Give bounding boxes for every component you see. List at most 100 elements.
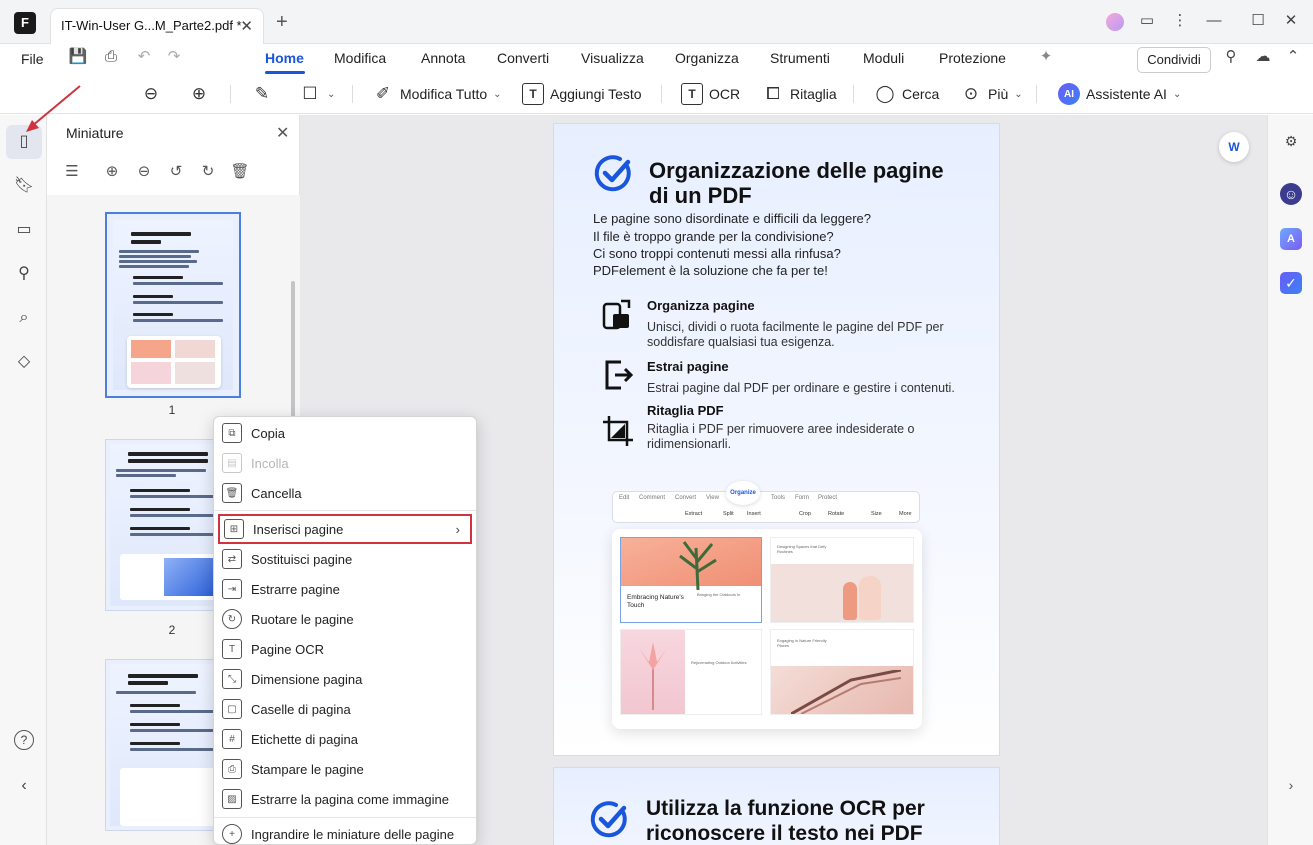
save-icon[interactable]: 💾 <box>68 47 88 67</box>
menu-item-print-pages[interactable]: ⎙ Stampare le pagine <box>215 754 476 784</box>
trash-icon: 🗑︎ <box>222 483 242 503</box>
delete-page-icon[interactable]: 🗑︎ <box>229 161 251 183</box>
tab-annota[interactable]: Annota <box>421 50 465 66</box>
shape-button[interactable]: ☐ ⌄ <box>299 81 335 107</box>
right-rail: ⚙ ☺ A ✓ › <box>1267 115 1313 845</box>
rotate-right-icon[interactable]: ↻ <box>197 161 219 183</box>
illus-tab: Edit <box>619 495 630 501</box>
collapse-ribbon-icon[interactable]: ⌃ <box>1283 47 1303 67</box>
illus-tool: Split <box>723 511 734 517</box>
ocr-button[interactable]: T OCR <box>681 81 740 107</box>
thumb-zoom-out-icon[interactable]: ⊖ <box>133 161 155 183</box>
page-options-icon[interactable]: ☰ <box>61 161 83 183</box>
paste-icon: ▤ <box>222 453 242 473</box>
menu-item-page-size[interactable]: ⤡ Dimensione pagina <box>215 664 476 694</box>
collapse-left-icon[interactable]: ‹ <box>12 774 36 798</box>
layers-icon[interactable]: ◇ <box>12 350 36 374</box>
menu-item-label: Ruotare le pagine <box>251 611 354 627</box>
attachment-icon[interactable]: ⚲ <box>12 262 36 286</box>
menu-item-label: Estrarre la pagina come immagine <box>251 791 449 807</box>
checklist-icon[interactable]: ✓ <box>1280 272 1302 294</box>
undo-icon[interactable]: ↶ <box>134 47 154 67</box>
page-number-2: 2 <box>168 623 176 637</box>
tab-protezione[interactable]: Protezione <box>939 50 1006 66</box>
menu-item-enlarge-thumbnails[interactable]: + Ingrandire le miniature delle pagine <box>215 819 476 844</box>
document-tab-title: IT-Win-User G...M_Parte2.pdf * <box>61 18 242 33</box>
pdf-page-2[interactable]: Utilizza la funzione OCR per riconoscere… <box>553 767 1000 845</box>
feature-desc: Estrai pagine dal PDF per ordinare e ges… <box>647 381 955 395</box>
file-menu[interactable]: File <box>21 51 44 67</box>
highlight-button[interactable]: ✎ <box>251 81 273 107</box>
edit-all-button[interactable]: ✐ Modifica Tutto ⌄ <box>372 81 502 107</box>
tab-organizza[interactable]: Organizza <box>675 50 739 66</box>
close-window-icon[interactable]: ✕ <box>1281 11 1301 31</box>
help-icon[interactable]: ? <box>14 730 34 750</box>
avatar[interactable] <box>1106 13 1124 31</box>
add-text-button[interactable]: T Aggiungi Testo <box>522 81 642 107</box>
tab-modifica[interactable]: Modifica <box>334 50 386 66</box>
zoom-out-button[interactable]: ⊖ <box>140 81 162 107</box>
panel-title: Miniature <box>66 125 124 141</box>
organize-icon[interactable]: ⚲ <box>1221 47 1241 67</box>
illus-caption-small: Engaging in Nature Friendly Places <box>777 638 827 648</box>
insert-pages-icon: ⊞ <box>224 519 244 539</box>
minimize-icon[interactable]: — <box>1204 11 1224 31</box>
redo-icon[interactable]: ↷ <box>164 47 184 67</box>
translate-ai-icon[interactable]: A <box>1280 228 1302 250</box>
maximize-icon[interactable]: ☐ <box>1248 11 1268 31</box>
zoom-in-icon: ⊕ <box>191 84 207 103</box>
tab-converti[interactable]: Converti <box>497 50 549 66</box>
translate-button[interactable]: W <box>1219 132 1249 162</box>
title-bar: F IT-Win-User G...M_Parte2.pdf * ✕ + ▭ ⋮… <box>0 0 1313 44</box>
comment-icon[interactable]: ▭ <box>12 218 36 242</box>
rotate-pages-icon: ↻ <box>222 609 242 629</box>
menu-item-replace-pages[interactable]: ⇄ Sostituisci pagine <box>215 544 476 574</box>
product-illustration: Edit Comment Convert View Tools Form Pro… <box>612 481 922 736</box>
bookmark-icon[interactable]: 🔖︎ <box>12 174 36 198</box>
menu-item-label: Incolla <box>251 455 289 471</box>
left-rail: ▯ 🔖︎ ▭ ⚲ ⌕ ◇ ? ‹ <box>0 115 47 845</box>
zoom-in-button[interactable]: ⊕ <box>188 81 210 107</box>
more-dots-icon: ⊙ <box>963 84 979 103</box>
crop-button[interactable]: ⧠ Ritaglia <box>762 81 837 107</box>
menu-item-delete[interactable]: 🗑︎ Cancella <box>215 478 476 508</box>
menu-item-insert-pages[interactable]: ⊞ Inserisci pagine › <box>218 514 472 544</box>
menu-item-paste: ▤ Incolla <box>215 448 476 478</box>
menu-item-extract-pages[interactable]: ⇥ Estrarre pagine <box>215 574 476 604</box>
menu-item-copy[interactable]: ⧉ Copia <box>215 418 476 448</box>
collapse-right-icon[interactable]: › <box>1280 774 1302 796</box>
ai-assistant-button[interactable]: AI Assistente AI ⌄ <box>1058 81 1181 107</box>
document-tab[interactable]: IT-Win-User G...M_Parte2.pdf * ✕ <box>50 8 264 44</box>
menu-item-page-boxes[interactable]: ▢ Caselle di pagina <box>215 694 476 724</box>
pdf-page-1[interactable]: Organizzazione delle pagine di un PDF Le… <box>553 123 1000 756</box>
more-vertical-icon[interactable]: ⋮ <box>1170 11 1190 31</box>
search-panel-icon[interactable]: ⌕ <box>12 306 36 330</box>
thumb-zoom-in-icon[interactable]: ⊕ <box>101 161 123 183</box>
close-tab-icon[interactable]: ✕ <box>240 17 253 35</box>
page-thumbnail-1[interactable] <box>105 212 241 398</box>
chat-icon[interactable]: ▭ <box>1137 11 1157 31</box>
menu-item-extract-as-image[interactable]: ▨ Estrarre la pagina come immagine <box>215 784 476 814</box>
menu-item-page-labels[interactable]: # Etichette di pagina <box>215 724 476 754</box>
tab-moduli[interactable]: Moduli <box>863 50 904 66</box>
lightbulb-icon[interactable]: ✦ <box>1036 47 1056 67</box>
print-icon: ⎙ <box>222 759 242 779</box>
menu-item-label: Dimensione pagina <box>251 671 363 687</box>
properties-icon[interactable]: ⚙ <box>1280 130 1302 152</box>
search-button[interactable]: ◯ Cerca <box>874 81 939 107</box>
rotate-left-icon[interactable]: ↺ <box>165 161 187 183</box>
share-button[interactable]: Condividi <box>1137 47 1211 73</box>
menu-item-ocr-pages[interactable]: T Pagine OCR <box>215 634 476 664</box>
menu-item-rotate-pages[interactable]: ↻ Ruotare le pagine <box>215 604 476 634</box>
tab-strumenti[interactable]: Strumenti <box>770 50 830 66</box>
illus-tool: Size <box>871 511 882 517</box>
tab-home[interactable]: Home <box>265 50 304 66</box>
ai-bot-icon[interactable]: ☺ <box>1280 183 1302 205</box>
cloud-upload-icon[interactable]: ☁ <box>1253 47 1273 67</box>
tab-visualizza[interactable]: Visualizza <box>581 50 644 66</box>
more-button[interactable]: ⊙ Più ⌄ <box>960 81 1023 107</box>
new-tab-icon[interactable]: + <box>276 11 288 34</box>
menu-item-label: Cancella <box>251 485 302 501</box>
print-icon[interactable]: ⎙ <box>101 47 121 67</box>
close-panel-icon[interactable]: ✕ <box>276 123 289 143</box>
